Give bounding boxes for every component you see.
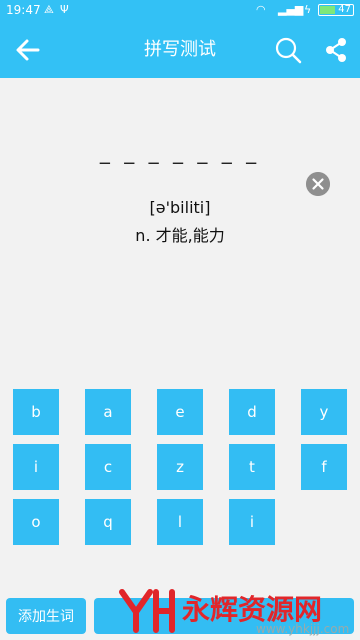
letter-key[interactable]: b bbox=[13, 389, 59, 435]
add-word-button[interactable]: 添加生词 bbox=[6, 598, 86, 634]
bottom-action-button[interactable] bbox=[94, 598, 354, 634]
answer-blanks: _ _ _ _ _ _ _ bbox=[99, 140, 261, 164]
letter-key[interactable]: z bbox=[157, 444, 203, 490]
battery-level: 47 bbox=[338, 4, 351, 15]
wifi-icon: ◠ bbox=[256, 3, 266, 16]
letter-key[interactable]: i bbox=[229, 499, 275, 545]
status-time: 19:47 bbox=[6, 3, 41, 17]
letter-key[interactable]: l bbox=[157, 499, 203, 545]
word-phonetic: [ə'biliti] bbox=[149, 198, 211, 217]
battery-fill bbox=[320, 6, 336, 14]
usb-icon: Ψ bbox=[60, 3, 69, 16]
status-bar: 19:47 ⟁ Ψ ◠ ▂▄▆ ϟ 47 bbox=[0, 0, 360, 22]
letter-key[interactable]: e bbox=[157, 389, 203, 435]
search-icon[interactable] bbox=[274, 36, 302, 64]
letter-key[interactable]: q bbox=[85, 499, 131, 545]
signal-icon: ▂▄▆ bbox=[278, 3, 304, 16]
letter-key[interactable]: i bbox=[13, 444, 59, 490]
charging-icon: ϟ bbox=[304, 3, 312, 16]
share-icon[interactable] bbox=[322, 36, 350, 64]
letter-key[interactable]: c bbox=[85, 444, 131, 490]
letter-key[interactable]: a bbox=[85, 389, 131, 435]
letter-key[interactable]: f bbox=[301, 444, 347, 490]
page-title: 拼写测试 bbox=[144, 39, 216, 60]
app-toolbar: 拼写测试 bbox=[0, 22, 360, 78]
letter-key[interactable]: y bbox=[301, 389, 347, 435]
letter-key[interactable]: t bbox=[229, 444, 275, 490]
battery-icon: 47 bbox=[318, 4, 354, 16]
letter-key[interactable]: o bbox=[13, 499, 59, 545]
letter-key[interactable]: d bbox=[229, 389, 275, 435]
clear-icon[interactable] bbox=[306, 172, 330, 196]
usb-share-icon: ⟁ bbox=[44, 3, 54, 16]
word-meaning: n. 才能,能力 bbox=[135, 226, 225, 245]
